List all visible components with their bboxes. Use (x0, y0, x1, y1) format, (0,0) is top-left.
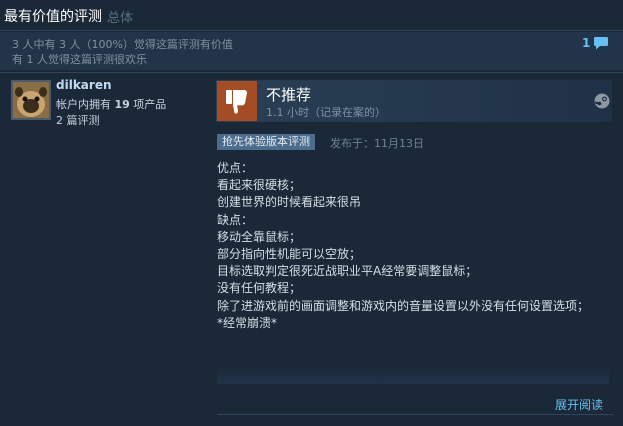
products-prefix: 帐户内拥有 (56, 98, 115, 111)
review-line: *经常崩溃* (217, 315, 278, 330)
divider (0, 72, 623, 73)
section-subtitle: 总体 (107, 11, 134, 26)
review-line: 除了进游戏前的画面调整和游戏内的音量设置以外没有任何设置选项； (217, 298, 590, 313)
posted-date: 发布于：11月13日 (330, 137, 424, 150)
funny-text: 有 1 人觉得这篇评测很欢乐 (12, 53, 147, 66)
steam-icon (594, 93, 610, 109)
review-line: 部分指向性机能可以空放； (217, 247, 362, 262)
helpful-text: 3 人中有 3 人（100%）觉得这篇评测有价值 (12, 38, 233, 51)
review-line: 移动全靠鼠标； (217, 229, 302, 244)
comment-count[interactable]: 1 (582, 36, 590, 50)
review-line: 创建世界的时候看起来很吊 (217, 195, 362, 210)
reviewer-name[interactable]: dilkaren (56, 78, 112, 92)
review-summary: 3 人中有 3 人（100%）觉得这篇评测有价值 有 1 人觉得这篇评测很欢乐 … (0, 32, 623, 70)
avatar[interactable] (11, 80, 51, 120)
reviewer-products[interactable]: 帐户内拥有 19 项产品 (56, 96, 166, 112)
review-line: 缺点： (217, 212, 254, 227)
comment-icon[interactable] (593, 35, 609, 50)
early-access-badge: 抢先体验版本评测 (217, 134, 315, 150)
review-body: 优点： 看起来很硬核； 创建世界的时候看起来很吊 缺点： 移动全靠鼠标； 部分指… (217, 160, 612, 332)
products-suffix: 项产品 (129, 98, 167, 111)
text-fade (217, 368, 609, 384)
products-count: 19 (114, 98, 130, 111)
review-line: 目标选取判定很死近战职业平A经常要调整鼠标； (217, 264, 478, 279)
section-header: 最有价值的评测 总体 (0, 0, 623, 31)
section-title: 最有价值的评测 (4, 9, 102, 25)
review-line: 没有任何教程； (217, 281, 302, 296)
review-line: 看起来很硬核； (217, 178, 302, 193)
read-more-link[interactable]: 展开阅读 (555, 396, 603, 413)
review-bottom-divider (217, 414, 613, 415)
thumbs-down-icon (217, 81, 257, 121)
review-line: 优点： (217, 161, 254, 175)
reviewer-reviews[interactable]: 2 篇评测 (56, 112, 100, 128)
review-verdict: 不推荐 (266, 86, 312, 104)
hours-played: 1.1 小时（记录在案的） (266, 106, 386, 119)
